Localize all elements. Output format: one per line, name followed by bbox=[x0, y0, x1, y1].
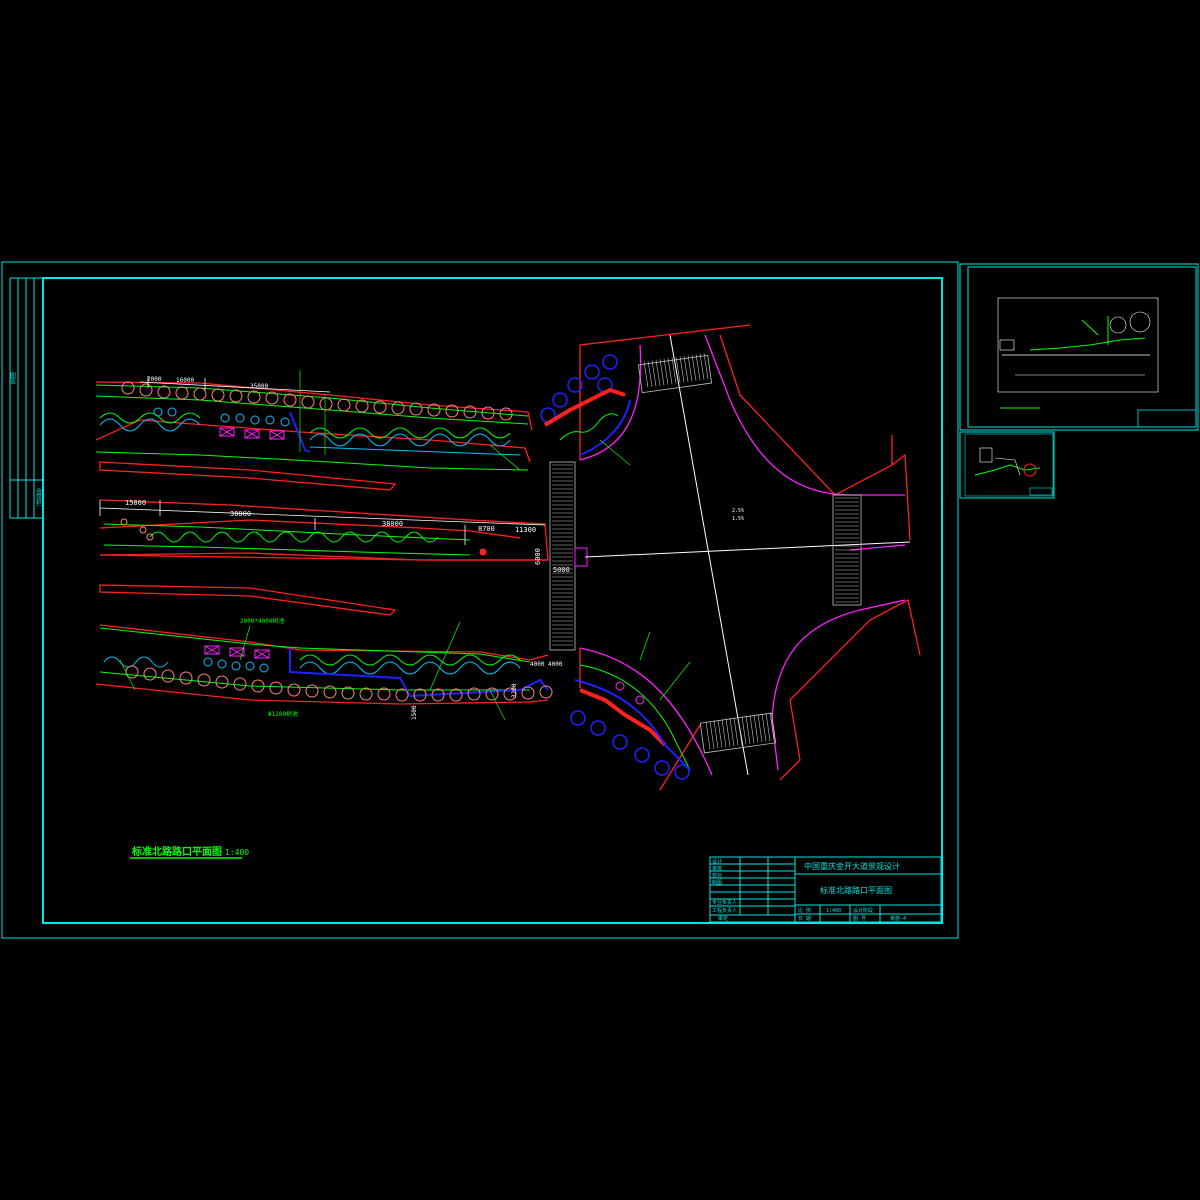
axis-label-1: 2.5% bbox=[732, 508, 744, 514]
upper-wavy-planting bbox=[99, 412, 511, 439]
sheet-inner-frame bbox=[42, 277, 943, 924]
left-strip-label-a: 图签 bbox=[9, 372, 16, 384]
crosswalk-left bbox=[549, 461, 576, 651]
crosswalk-stripe bbox=[713, 720, 719, 749]
title-block-scale-label: 比 例 bbox=[798, 907, 811, 914]
axis-label-2: 1.5% bbox=[732, 516, 744, 522]
crosswalk-stripe bbox=[687, 355, 693, 382]
crosswalk-stripe bbox=[667, 358, 673, 385]
left-strip-label-b: 会签栏 bbox=[35, 487, 42, 507]
dim-top-2: 16000 bbox=[176, 377, 194, 384]
dim-mid-1: 15000 bbox=[125, 499, 146, 507]
crosswalk-stripe bbox=[671, 357, 677, 384]
thumbnail-sheet-2 bbox=[959, 431, 1055, 499]
crosswalk-stripe bbox=[691, 354, 697, 381]
crosswalk-stripe bbox=[725, 718, 731, 747]
title-block-drawing-name: 标准北路路口平面图 bbox=[820, 885, 892, 895]
dim-mid-4: 8700 bbox=[478, 525, 495, 533]
lower-tree-row bbox=[125, 665, 553, 702]
crosswalk-stripe bbox=[765, 712, 771, 742]
crosswalk-stripe bbox=[651, 360, 657, 387]
title-block-row-2: 校对 bbox=[712, 872, 722, 879]
dim-bottom-3: Φ1200树池 bbox=[268, 710, 298, 718]
dim-bottom-1: 2000*4000树池 bbox=[240, 617, 285, 625]
crosswalk-stripe bbox=[745, 715, 751, 744]
dim-mid-3: 38000 bbox=[382, 520, 403, 528]
crosswalk-stripe bbox=[749, 715, 755, 744]
title-block-company: 中国重庆金开大道景观设计 bbox=[804, 861, 900, 871]
lower-tree-pits bbox=[203, 657, 269, 673]
dim-top-1: 2000 bbox=[147, 376, 162, 383]
title-block-row-1: 审核 bbox=[712, 865, 722, 872]
crosswalk-stripe bbox=[643, 361, 649, 388]
dim-mid-7: 6000 bbox=[534, 548, 542, 565]
crosswalk-stripe bbox=[757, 714, 763, 743]
thumbnail-sheet-1 bbox=[959, 263, 1199, 431]
crosswalk-stripe bbox=[753, 714, 759, 743]
crosswalk-stripe bbox=[659, 359, 665, 386]
dim-bottom-4: 1500 bbox=[411, 705, 418, 720]
drawing-scale: 1:400 bbox=[225, 848, 249, 857]
crosswalk-stripe bbox=[733, 717, 739, 746]
crosswalk-stripe bbox=[679, 356, 685, 383]
sheet-outer-frame bbox=[1, 261, 959, 939]
dim-bottom-5: 3200 bbox=[511, 683, 518, 698]
crosswalk-stripe bbox=[705, 721, 711, 750]
crosswalk-stripe bbox=[721, 719, 727, 748]
title-block-row-4: 专业负责人 bbox=[712, 899, 737, 906]
upper-tree-row bbox=[121, 381, 513, 421]
dim-bottom-2: 4000 4000 bbox=[530, 661, 563, 668]
title-block-date-label: 日 期 bbox=[798, 916, 811, 922]
title-block-row-5: 工程负责人 bbox=[712, 907, 737, 914]
dim-mid-5: 11300 bbox=[515, 526, 536, 534]
title-block-row-6: 审定 bbox=[718, 915, 728, 922]
crosswalk-stripe bbox=[717, 719, 723, 748]
drawing-title: 标准北路路口平面图 bbox=[131, 845, 222, 858]
upper-tree-pits bbox=[153, 407, 290, 427]
crosswalk-stripe bbox=[647, 360, 653, 387]
crosswalk-stripe bbox=[703, 352, 709, 380]
crosswalk-left-stripes bbox=[552, 464, 573, 646]
lower-wavy-water bbox=[103, 656, 521, 675]
crosswalk-stripe bbox=[709, 720, 715, 749]
crosswalk-stripe bbox=[683, 355, 689, 382]
title-block-number-label: 图 号 bbox=[853, 916, 866, 922]
dim-top-3: 35000 bbox=[250, 383, 268, 390]
crosswalk-stripe bbox=[737, 716, 743, 746]
crosswalk-stripe bbox=[761, 713, 767, 742]
corner-planting-bottom bbox=[570, 664, 691, 780]
crosswalk-stripe bbox=[695, 354, 701, 381]
road-upper-edges bbox=[95, 381, 549, 705]
crosswalk-stripe bbox=[729, 718, 735, 747]
crosswalk-stripe bbox=[663, 358, 669, 385]
crosswalk-stripe bbox=[699, 353, 705, 380]
crosswalk-stripes bbox=[643, 352, 859, 750]
title-block-scale-value: 1:400 bbox=[826, 908, 841, 914]
cad-drawing-sheet: 图签 会签栏 15000 38000 38000 8700 11300 5000… bbox=[1, 261, 1199, 939]
title-block-number-value: 景施-4 bbox=[890, 915, 906, 922]
title-block-row-0: 设计 bbox=[712, 858, 722, 865]
crosswalk-stripe bbox=[741, 716, 747, 745]
title-block-row-3: 制图 bbox=[712, 879, 722, 886]
left-binding-strip bbox=[9, 277, 43, 519]
crosswalk-stripe bbox=[655, 359, 661, 386]
leader-lines bbox=[119, 370, 691, 721]
lower-shrub-boxes bbox=[204, 645, 270, 659]
upper-wavy-water bbox=[99, 418, 521, 456]
dim-mid-2: 38000 bbox=[230, 510, 251, 518]
title-block-stage-label: 设计阶段 bbox=[853, 907, 873, 914]
